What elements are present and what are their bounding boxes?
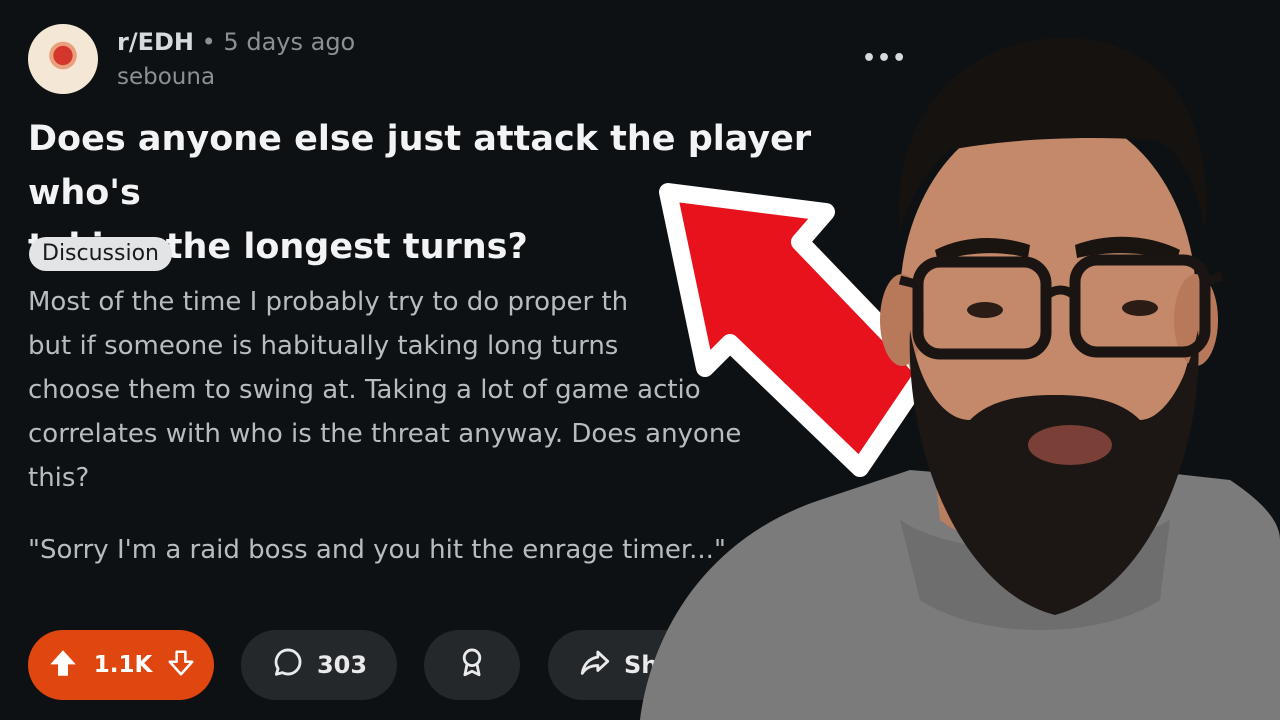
- presenter-photo: [640, 37, 1280, 720]
